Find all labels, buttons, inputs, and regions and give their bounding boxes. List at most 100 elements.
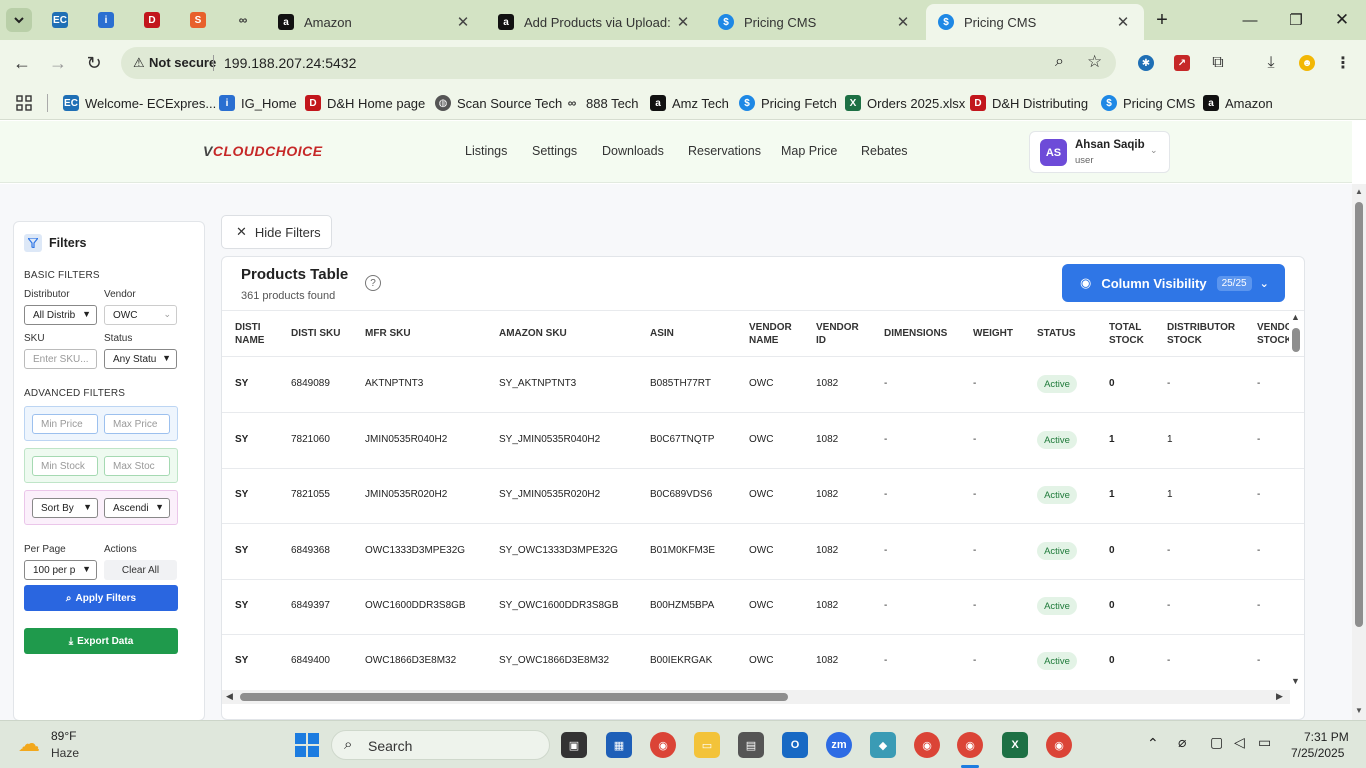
bookmark-dh-distributing[interactable]: D D&H Distributing [970, 92, 1088, 114]
bookmark-888-tech[interactable]: ∞ 888 Tech [564, 92, 639, 114]
per-page-select[interactable]: 100 per p ▼ [24, 560, 97, 580]
bookmark-dh-home[interactable]: D D&H Home page [305, 92, 425, 114]
security-label[interactable]: Not secure [149, 55, 216, 70]
scroll-up-icon[interactable]: ▲ [1355, 187, 1363, 196]
scroll-left-icon[interactable]: ◀ [226, 691, 233, 702]
scroll-down-icon[interactable]: ▼ [1355, 706, 1363, 715]
user-menu[interactable]: AS Ahsan Saqib user ⌄ [1029, 131, 1170, 173]
scroll-up-icon[interactable]: ▲ [1291, 312, 1300, 322]
column-header-distributor-stock[interactable]: DISTRIBUTOR STOCK [1167, 321, 1235, 347]
pinned-tab-ec-icon[interactable]: EC [47, 8, 73, 32]
address-url[interactable]: 199.188.207.24:5432 [224, 55, 356, 71]
nav-map-price[interactable]: Map Price [781, 144, 837, 158]
column-header-vendor-stock[interactable]: VENDO STOCK [1257, 321, 1289, 347]
apply-filters-button[interactable]: ⌕ Apply Filters [24, 585, 178, 611]
pinned-tab-sync-icon[interactable]: S [185, 8, 211, 32]
clear-all-button[interactable]: Clear All [104, 560, 177, 580]
pinned-tab-dh-icon[interactable]: D [139, 8, 165, 32]
bookmark-pricing-cms[interactable]: $ Pricing CMS [1101, 92, 1195, 114]
close-tab-icon[interactable]: ✕ [894, 13, 912, 31]
taskbar-search[interactable]: ⌕ Search [331, 730, 550, 760]
column-header-dimensions[interactable]: DIMENSIONS [884, 327, 947, 340]
clock-date[interactable]: 7/25/2025 [1291, 746, 1344, 760]
column-header-mfr-sku[interactable]: MFR SKU [365, 327, 411, 340]
reload-icon[interactable]: ↻ [81, 50, 107, 76]
bookmark-ig-home[interactable]: i IG_Home [219, 92, 297, 114]
pinned-tab-ig-icon[interactable]: i [93, 8, 119, 32]
battery-icon[interactable]: ▭ [1258, 734, 1271, 751]
tab-add-products[interactable]: a Add Products via Upload: C ✕ [486, 4, 704, 40]
chrome-active-icon[interactable]: ◉ [957, 732, 983, 758]
weather-desc[interactable]: Haze [51, 746, 79, 760]
minimize-icon[interactable]: — [1230, 6, 1270, 34]
sort-by-select[interactable]: Sort By ▼ [32, 498, 98, 518]
min-stock-input[interactable]: Min Stock [32, 456, 98, 476]
profile-avatar-icon[interactable]: ☻ [1296, 52, 1318, 74]
column-header-amazon-sku[interactable]: AMAZON SKU [499, 327, 567, 340]
bookmark-amazon[interactable]: a Amazon [1203, 92, 1273, 114]
calculator-icon[interactable]: ▤ [738, 732, 764, 758]
table-vertical-thumb[interactable] [1292, 328, 1300, 352]
store-icon[interactable]: ▦ [606, 732, 632, 758]
task-view-icon[interactable]: ▣ [561, 732, 587, 758]
pinned-tab-888-icon[interactable]: ∞ [230, 8, 256, 32]
file-explorer-icon[interactable]: ▭ [694, 732, 720, 758]
forward-icon[interactable]: → [45, 50, 71, 76]
network-off-icon[interactable]: ⌀ [1178, 734, 1186, 751]
zoom-icon[interactable]: zm [826, 732, 852, 758]
export-data-button[interactable]: ⤓ Export Data [24, 628, 178, 654]
table-vertical-scrollbar[interactable]: ▲ ▼ [1290, 312, 1302, 690]
apps-grid-icon[interactable] [16, 92, 32, 114]
excel-icon[interactable]: X [1002, 732, 1028, 758]
column-header-weight[interactable]: WEIGHT [973, 327, 1013, 340]
sort-order-select[interactable]: Ascendi ▼ [104, 498, 170, 518]
back-icon[interactable]: ← [9, 50, 35, 76]
column-header-disti-name[interactable]: DISTI NAME [235, 321, 264, 347]
volume-icon[interactable]: ◁ [1234, 734, 1245, 751]
help-icon[interactable]: ? [365, 275, 381, 291]
column-header-total-stock[interactable]: TOTAL STOCK [1109, 321, 1144, 347]
chrome-icon[interactable]: ◉ [650, 732, 676, 758]
column-header-disti-sku[interactable]: DISTI SKU [291, 327, 340, 340]
close-tab-icon[interactable]: ✕ [674, 13, 692, 31]
browser-menu-icon[interactable]: ⋮ [1332, 52, 1354, 74]
close-window-icon[interactable]: ✕ [1322, 6, 1362, 34]
page-scrollbar[interactable]: ▲ ▼ [1352, 184, 1366, 720]
extension-globe-icon[interactable]: ✱ [1135, 52, 1157, 74]
nav-listings[interactable]: Listings [465, 144, 507, 158]
tab-amazon[interactable]: a Amazon ✕ [266, 4, 484, 40]
nav-settings[interactable]: Settings [532, 144, 577, 158]
app-logo[interactable]: VCLOUDCHOICE [203, 143, 323, 159]
zoom-search-icon[interactable]: ⌕ [1055, 53, 1064, 71]
tab-pricing-cms-active[interactable]: $ Pricing CMS ✕ [926, 4, 1144, 40]
nav-rebates[interactable]: Rebates [861, 144, 908, 158]
maximize-icon[interactable]: ❐ [1276, 6, 1316, 34]
extensions-puzzle-icon[interactable]: ⧉ [1207, 52, 1229, 74]
tray-chevron-up-icon[interactable]: ⌃ [1147, 735, 1159, 752]
chrome-profile-icon[interactable]: ◉ [914, 732, 940, 758]
nav-reservations[interactable]: Reservations [688, 144, 761, 158]
new-tab-icon[interactable]: + [1142, 6, 1182, 34]
tab-search-icon[interactable] [6, 8, 32, 32]
clock-time[interactable]: 7:31 PM [1304, 730, 1349, 744]
bookmark-orders-xlsx[interactable]: X Orders 2025.xlsx [845, 92, 965, 114]
bookmark-star-icon[interactable]: ☆ [1087, 52, 1102, 72]
table-horizontal-scrollbar[interactable]: ◀ ▶ [222, 690, 1290, 704]
max-price-input[interactable]: Max Price [104, 414, 170, 434]
weather-temp[interactable]: 89°F [51, 729, 76, 743]
column-header-vendor-name[interactable]: VENDOR NAME [749, 321, 792, 347]
address-bar[interactable]: ⚠ Not secure 199.188.207.24:5432 ⌕ ☆ [121, 47, 1116, 79]
column-header-vendor-id[interactable]: VENDOR ID [816, 321, 859, 347]
close-tab-icon[interactable]: ✕ [454, 13, 472, 31]
not-secure-icon[interactable]: ⚠ [133, 55, 145, 71]
outlook-icon[interactable]: O [782, 732, 808, 758]
bookmark-pricing-fetch[interactable]: $ Pricing Fetch [739, 92, 837, 114]
vendor-select[interactable]: OWC ⌄ [104, 305, 177, 325]
max-stock-input[interactable]: Max Stoc [104, 456, 170, 476]
column-header-status[interactable]: STATUS [1037, 327, 1076, 340]
min-price-input[interactable]: Min Price [32, 414, 98, 434]
display-icon[interactable]: ▢ [1210, 734, 1223, 751]
hide-filters-button[interactable]: ✕ Hide Filters [221, 215, 332, 249]
distributor-select[interactable]: All Distrib ▼ [24, 305, 97, 325]
tab-pricing-cms[interactable]: $ Pricing CMS ✕ [706, 4, 924, 40]
